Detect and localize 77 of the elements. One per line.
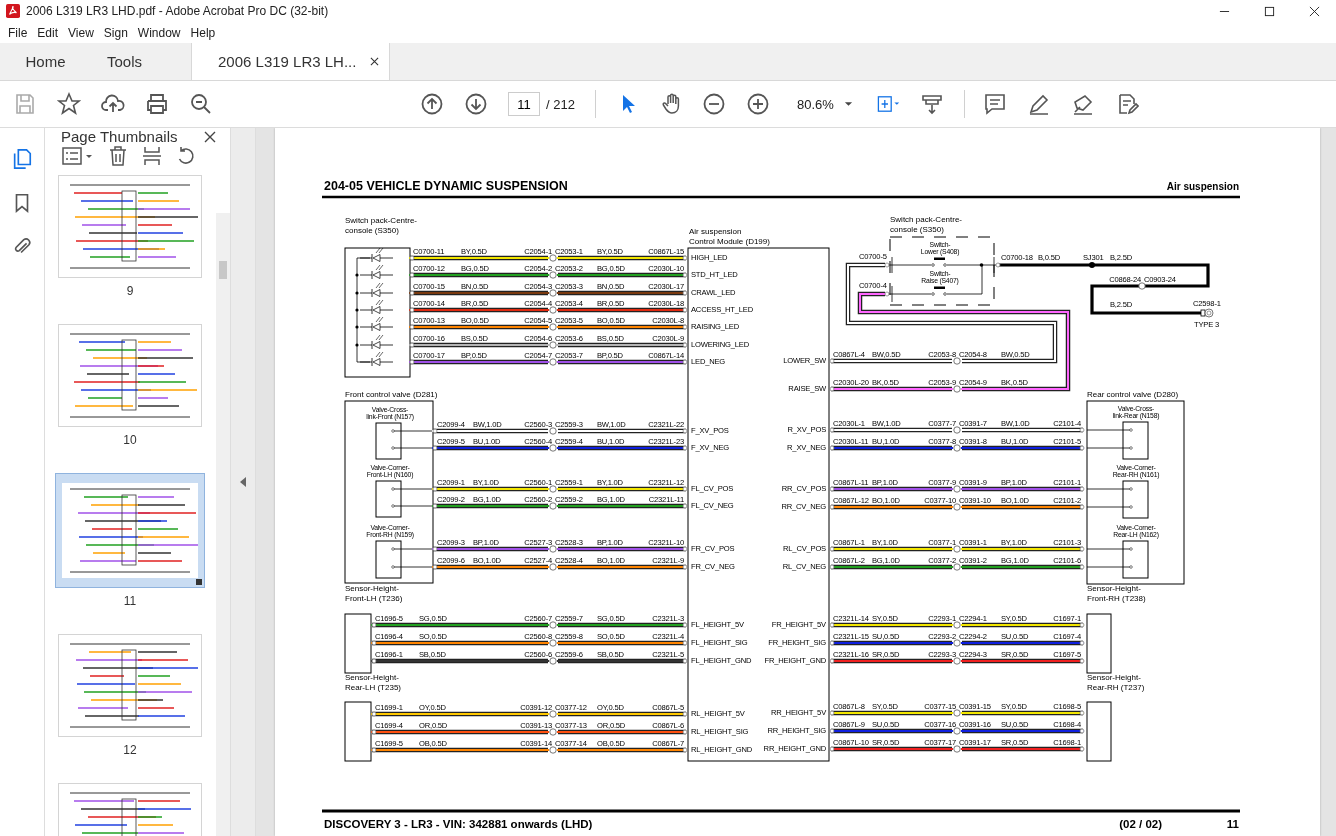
section-subtitle: Air suspension — [1166, 181, 1239, 192]
page-thumbnails-icon[interactable] — [11, 148, 33, 170]
menu-item[interactable]: View — [63, 25, 99, 40]
component-label: Sensor-Height- Front-LH (T236) — [345, 584, 403, 603]
component-label: Switch pack-Centre- console (S350) — [890, 215, 963, 234]
valve-drawing — [375, 480, 434, 518]
page-number: 12 — [123, 743, 137, 757]
section-title: 204-05 VEHICLE DYNAMIC SUSPENSION — [324, 179, 568, 193]
component-label: Sensor-Height- Rear-RH (T237) — [1087, 673, 1145, 692]
comment-icon[interactable] — [982, 92, 1007, 116]
valve-drawing — [375, 422, 434, 460]
led-icon — [359, 264, 394, 280]
led-icon — [359, 334, 394, 350]
page-thumbnail[interactable] — [55, 473, 205, 588]
component-box — [1086, 613, 1112, 674]
close-icon[interactable] — [1309, 5, 1320, 17]
valve-drawing — [375, 540, 434, 579]
search-icon[interactable] — [189, 92, 213, 116]
led-icon — [359, 351, 394, 367]
component-box — [344, 613, 372, 674]
acrobat-logo-icon — [6, 4, 20, 18]
scrollbar-thumb[interactable] — [219, 261, 227, 279]
component-label: Switch pack-Centre- console (S350) — [345, 216, 418, 235]
component-label: Sensor-Height- Rear-LH (T235) — [345, 673, 401, 692]
page-count: / 212 — [546, 96, 575, 112]
close-icon[interactable] — [370, 57, 380, 66]
valve-drawing — [1086, 540, 1149, 579]
page-number-field[interactable]: 11 — [508, 92, 540, 116]
footer-text: DISCOVERY 3 - LR3 - VIN: 342881 onwards (LHD) — [324, 818, 593, 830]
led-icon — [359, 316, 394, 332]
page-number: 11 — [123, 594, 137, 608]
component-label: Sensor-Height- Front-RH (T238) — [1087, 584, 1146, 603]
sheet-number: (02 / 02) — [1119, 818, 1162, 830]
page-number: 10 — [123, 433, 137, 447]
component-label: Rear control valve (D280) — [1087, 390, 1179, 399]
page-thumbnail[interactable] — [58, 324, 202, 427]
zoom-field[interactable]: 80.6% — [789, 92, 860, 116]
menu-item[interactable]: Window — [132, 25, 186, 40]
star-icon[interactable] — [57, 92, 81, 116]
tab[interactable]: 2006 L319 LR3 LH... — [191, 43, 391, 80]
caret-icon — [843, 101, 853, 107]
scroll-mode-icon[interactable] — [919, 92, 944, 116]
page-number: 11 — [1226, 818, 1239, 830]
menu-item[interactable]: Edit — [32, 25, 64, 40]
led-icon — [359, 299, 394, 315]
tab[interactable]: Tools — [91, 43, 181, 80]
component-label: Air suspension Control Module (D199) — [689, 227, 770, 246]
led-icon — [359, 282, 394, 298]
close-icon[interactable] — [204, 130, 216, 143]
page-thumbnail[interactable] — [58, 175, 202, 278]
valve-drawing — [1086, 480, 1149, 519]
switch-icon — [931, 257, 947, 267]
window-title: 2006 L319 LR3 LHD.pdf - Adobe Acrobat Pro DC (32-bit) — [26, 4, 329, 18]
collapse-panel-icon[interactable] — [239, 476, 247, 488]
led-icon — [359, 247, 394, 263]
next-page-icon[interactable] — [464, 92, 488, 116]
component-box — [344, 701, 372, 762]
print-icon[interactable] — [145, 92, 169, 116]
maximize-icon[interactable] — [1264, 5, 1275, 17]
page-number: 9 — [126, 284, 134, 298]
tab[interactable]: Home — [0, 43, 91, 80]
options-icon[interactable] — [61, 145, 95, 167]
extract-pages-icon[interactable] — [141, 145, 163, 167]
menu-item[interactable]: Sign — [98, 25, 133, 40]
ground-terminal-icon — [1200, 308, 1214, 318]
panel-title: Page Thumbnails — [61, 128, 178, 145]
valve-drawing — [1086, 421, 1149, 460]
menu-item[interactable]: File — [3, 25, 33, 40]
component-box — [1086, 701, 1112, 762]
delete-icon[interactable] — [107, 145, 129, 167]
menu-item[interactable]: Help — [185, 25, 221, 40]
page-thumbnail[interactable] — [58, 634, 202, 737]
switch-icon — [931, 286, 947, 296]
zoom-in-icon[interactable] — [745, 92, 770, 116]
zoom-out-icon[interactable] — [701, 92, 726, 116]
component-label: Front control valve (D281) — [345, 390, 438, 399]
previous-page-icon[interactable] — [420, 92, 444, 116]
